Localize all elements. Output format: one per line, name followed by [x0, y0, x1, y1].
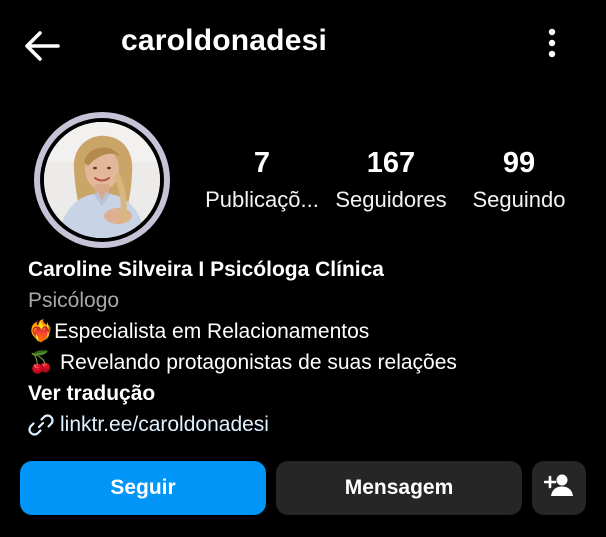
posts-stat[interactable]: 7 Publicaçõ... — [200, 145, 324, 215]
avatar[interactable] — [34, 112, 170, 248]
posts-label: Publicaçõ... — [205, 187, 319, 212]
profile-category: Psicólogo — [28, 289, 120, 312]
profile-username: caroldonadesi — [121, 24, 327, 57]
profile-photo — [44, 122, 160, 238]
profile-page: caroldonadesi 7 Publicaçõ... 167 Seguido… — [0, 0, 606, 537]
following-label: Seguindo — [472, 187, 566, 212]
see-translation-link[interactable]: Ver tradução — [28, 378, 588, 409]
suggested-accounts-button[interactable] — [532, 461, 586, 515]
followers-count: 167 — [366, 147, 416, 179]
follow-button[interactable]: Seguir — [20, 461, 266, 515]
followers-stat[interactable]: 167 Seguidores — [330, 145, 452, 215]
posts-count: 7 — [253, 147, 271, 179]
followers-label: Seguidores — [335, 187, 447, 212]
following-stat[interactable]: 99 Seguindo — [466, 145, 572, 215]
more-vertical-icon[interactable] — [538, 26, 566, 62]
bio-link-text: linktr.ee/caroldonadesi — [60, 413, 269, 436]
add-person-icon — [543, 472, 574, 504]
link-icon — [28, 412, 54, 438]
bio-external-link[interactable]: linktr.ee/caroldonadesi — [28, 409, 588, 440]
profile-bio: Caroline Silveira I Psicóloga Clínica Ps… — [28, 254, 588, 440]
profile-header: caroldonadesi — [0, 0, 606, 88]
arrow-left-icon[interactable] — [22, 26, 70, 66]
message-button[interactable]: Mensagem — [276, 461, 522, 515]
following-count: 99 — [502, 147, 536, 179]
bio-line-1: ❤️‍🔥Especialista em Relacionamentos — [28, 320, 370, 343]
display-name: Caroline Silveira I Psicóloga Clínica — [28, 258, 384, 281]
bio-line-2: 🍒 Revelando protagonistas de suas relaçõ… — [28, 351, 457, 374]
